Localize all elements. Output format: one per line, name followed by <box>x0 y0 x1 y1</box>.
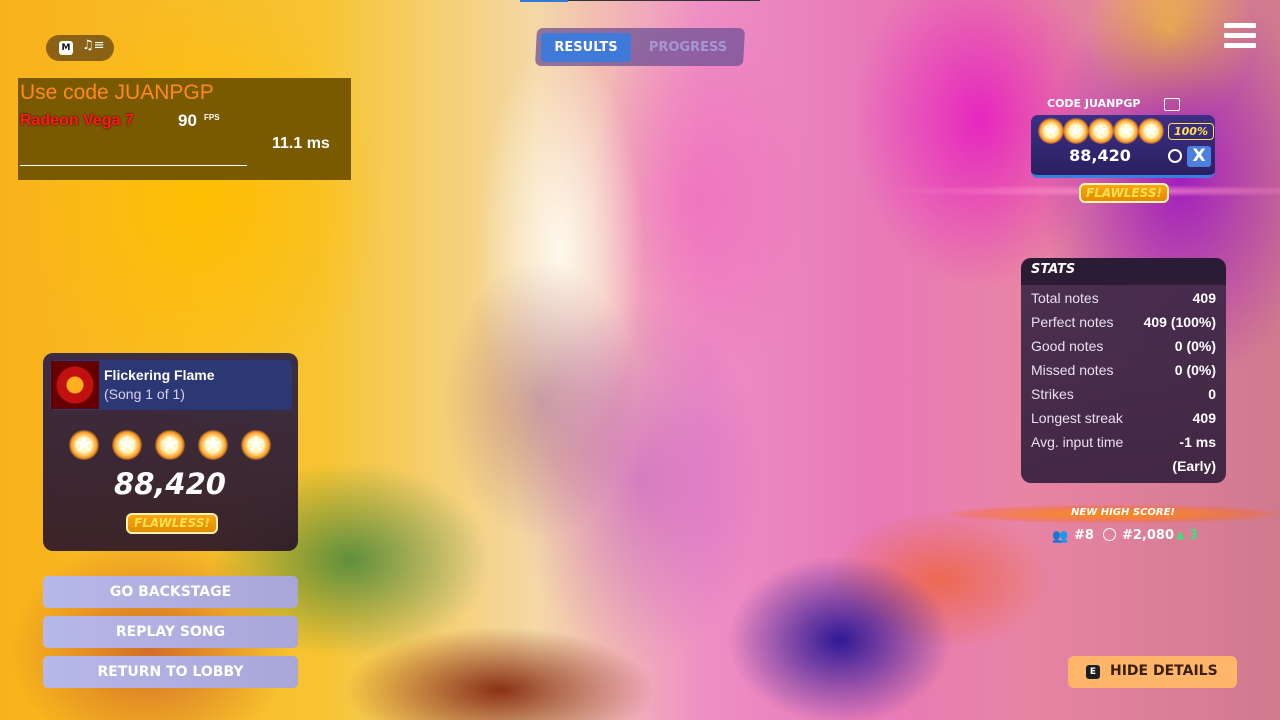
star-icon: ★ <box>69 430 99 460</box>
stat-label: Good notes <box>1031 338 1104 354</box>
replay-song-button[interactable]: REPLAY SONG <box>43 616 298 648</box>
globe-icon <box>1103 528 1116 541</box>
frame-time: 11.1 ms <box>272 135 330 152</box>
stat-label: Longest streak <box>1031 410 1123 426</box>
banner-icon <box>1164 98 1180 111</box>
stat-row: Missed notes 0 (0%) <box>1031 362 1216 386</box>
star-icon: ★ <box>1138 118 1164 144</box>
player-score: 88,420 <box>1069 146 1131 165</box>
return-to-lobby-button[interactable]: RETURN TO LOBBY <box>43 656 298 688</box>
music-queue-icon: ♫≡ <box>82 38 105 53</box>
tab-progress[interactable]: PROGRESS <box>640 33 736 62</box>
friends-icon: 👥 <box>1052 529 1069 544</box>
stat-label: Total notes <box>1031 290 1099 306</box>
stat-value: 0 (0%) <box>1174 338 1216 354</box>
stats-title: STATS <box>1031 262 1076 277</box>
tab-results[interactable]: RESULTS <box>541 33 631 62</box>
stat-value: 409 (100%) <box>1143 314 1216 330</box>
stat-row: Perfect notes 409 (100%) <box>1031 314 1216 338</box>
creator-code-text: Use code JUANPGP <box>20 81 214 104</box>
stat-value: (Early) <box>1172 458 1216 474</box>
friends-rank: #8 <box>1074 528 1094 543</box>
stat-label: Perfect notes <box>1031 314 1114 330</box>
stat-value: 0 <box>1208 386 1216 402</box>
global-rank: #2,080 <box>1122 528 1175 543</box>
stat-label: Avg. input time <box>1031 434 1124 450</box>
stat-row: Strikes 0 <box>1031 386 1216 410</box>
accuracy-badge: 100% <box>1168 123 1214 140</box>
new-high-score-label: NEW HIGH SCORE! <box>1071 507 1175 518</box>
stat-value: 409 <box>1192 290 1216 306</box>
song-title: Flickering Flame <box>104 367 215 383</box>
hide-details-label: HIDE DETAILS <box>1110 663 1218 679</box>
fps-value: 90 <box>178 111 197 130</box>
go-backstage-button[interactable]: GO BACKSTAGE <box>43 576 298 608</box>
instrument-badge: X <box>1187 146 1211 167</box>
gpu-name: Radeon Vega 7 <box>20 112 134 129</box>
e-key-hint: E <box>1086 665 1100 679</box>
star-icon: ★ <box>198 430 228 460</box>
stat-value: 0 (0%) <box>1174 362 1216 378</box>
stat-row: Longest streak 409 <box>1031 410 1216 434</box>
menu-icon[interactable] <box>1224 23 1256 51</box>
top-progress-fill <box>520 0 568 2</box>
stat-row: Good notes 0 (0%) <box>1031 338 1216 362</box>
stat-row: (Early) <box>1031 458 1216 482</box>
fps-unit: FPS <box>204 113 220 122</box>
headset-icon <box>1168 149 1182 163</box>
stat-label: Missed notes <box>1031 362 1114 378</box>
star-icon: ★ <box>1088 118 1114 144</box>
m-key-hint: M <box>59 41 73 55</box>
stat-row: Total notes 409 <box>1031 290 1216 314</box>
player-name: CODE JUANPGP <box>1047 97 1141 110</box>
stat-row: Avg. input time -1 ms <box>1031 434 1216 458</box>
star-icon: ★ <box>1063 118 1089 144</box>
album-art <box>51 361 99 409</box>
star-icon: ★ <box>241 430 271 460</box>
stat-value: 409 <box>1192 410 1216 426</box>
arrow-up-icon: ▲ <box>1176 528 1185 541</box>
song-score: 88,420 <box>114 467 226 501</box>
star-icon: ★ <box>1113 118 1139 144</box>
stat-label: Strikes <box>1031 386 1074 402</box>
frame-time-graph <box>20 165 247 166</box>
rank-change: 3 <box>1189 528 1199 543</box>
star-icon: ★ <box>155 430 185 460</box>
star-icon: ★ <box>112 430 142 460</box>
flawless-badge: FLAWLESS! <box>126 513 218 534</box>
flawless-badge: FLAWLESS! <box>1079 183 1169 203</box>
stat-value: -1 ms <box>1179 434 1216 450</box>
song-subtitle: (Song 1 of 1) <box>104 386 185 402</box>
star-icon: ★ <box>1038 118 1064 144</box>
